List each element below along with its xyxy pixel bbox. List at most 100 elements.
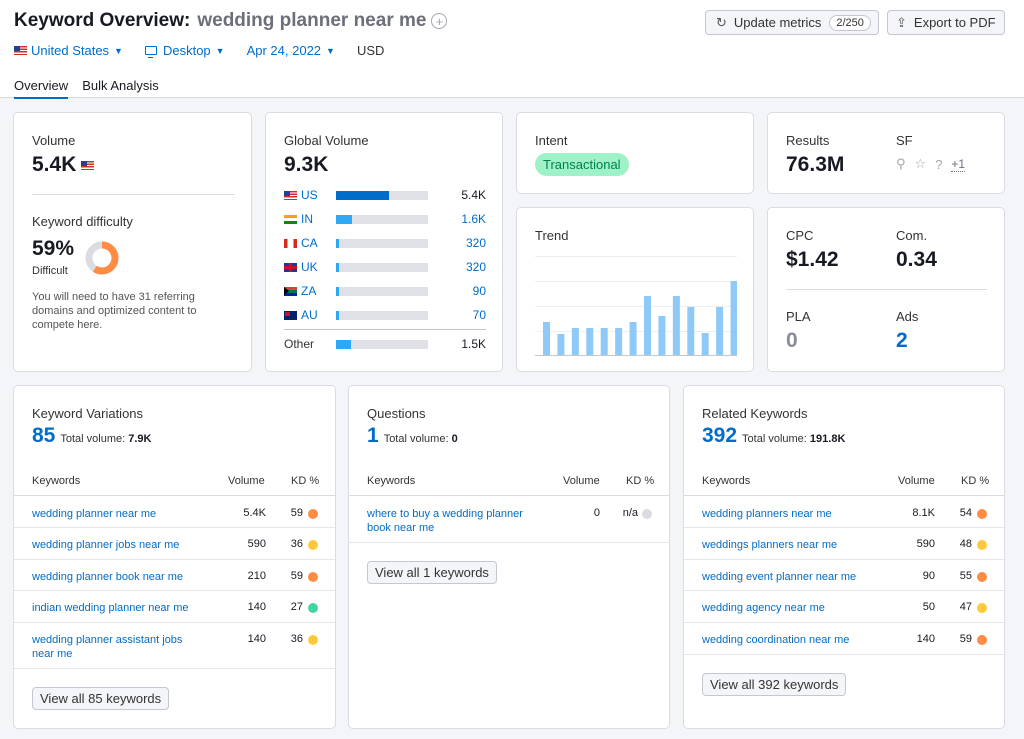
- keyword-kd: 59: [290, 507, 303, 519]
- country-row[interactable]: IN 1.6K: [284, 211, 486, 227]
- volume-value-row: 5.4K: [32, 153, 98, 177]
- country-row[interactable]: CA 320: [284, 235, 486, 251]
- column-volume: Volume: [228, 475, 265, 487]
- refresh-icon: ↻: [716, 14, 727, 30]
- kd-label: Keyword difficulty: [32, 214, 133, 229]
- column-kd: KD %: [291, 475, 320, 487]
- country-share-bar: [336, 310, 428, 320]
- kd-level: Difficult: [32, 265, 68, 277]
- country-row[interactable]: UK 320: [284, 259, 486, 275]
- country-volume[interactable]: 70: [428, 308, 486, 322]
- update-metrics-button[interactable]: ↻ Update metrics 2/250: [705, 10, 879, 35]
- country-volume: 1.5K: [461, 337, 486, 351]
- keyword-link[interactable]: wedding planner assistant jobs near me: [32, 633, 202, 661]
- view-all-button[interactable]: View all 392 keywords: [702, 673, 847, 696]
- country-code[interactable]: AU: [301, 308, 335, 322]
- keyword-count[interactable]: 85: [32, 424, 55, 448]
- country-share-bar: [336, 286, 428, 296]
- table-header: Keywords Volume KD %: [349, 466, 669, 496]
- ads-value[interactable]: 2: [896, 329, 908, 353]
- country-share-bar: [336, 262, 428, 272]
- keyword-link[interactable]: wedding planner book near me: [32, 570, 202, 584]
- tab-overview[interactable]: Overview: [14, 78, 69, 99]
- kd-dot-icon: [977, 603, 987, 613]
- keyword-volume: 140: [916, 633, 935, 645]
- table-row: wedding event planner near me 90 55: [684, 560, 1004, 591]
- country-volume[interactable]: 90: [428, 284, 486, 298]
- kd-dot-icon: [642, 509, 652, 519]
- keyword-link[interactable]: indian wedding planner near me: [32, 601, 202, 615]
- divider: [786, 289, 987, 290]
- us-flag-icon: [81, 160, 95, 170]
- keyword-link[interactable]: wedding planner jobs near me: [32, 538, 202, 552]
- country-share-bar: [336, 214, 428, 224]
- country-volume[interactable]: 320: [428, 236, 486, 250]
- keyword-kd: 36: [290, 633, 303, 645]
- total-volume-label: Total volume:: [742, 433, 807, 445]
- keyword-kd: 55: [959, 570, 972, 582]
- kd-dot-icon: [977, 635, 987, 645]
- trend-bar: [571, 328, 579, 356]
- results-value: 76.3M: [786, 153, 845, 176]
- country-code[interactable]: IN: [301, 212, 335, 226]
- date-select[interactable]: Apr 24, 2022 ▼: [247, 43, 335, 58]
- keyword-link[interactable]: wedding agency near me: [702, 601, 872, 615]
- keyword-volume: 140: [247, 601, 266, 613]
- column-volume: Volume: [898, 475, 935, 487]
- trend-bar: [586, 328, 594, 356]
- country-row[interactable]: ZA 90: [284, 283, 486, 299]
- trend-chart: [535, 256, 737, 356]
- divider: [284, 329, 486, 330]
- device-value: Desktop: [162, 43, 211, 58]
- view-all-button[interactable]: View all 1 keywords: [367, 561, 497, 584]
- results-card: Results 76.3M SF ⚲ ☆ ? +1: [767, 112, 1005, 194]
- view-all-button[interactable]: View all 85 keywords: [32, 687, 170, 710]
- keyword-count[interactable]: 392: [702, 424, 737, 448]
- australia-flag-icon: [284, 310, 297, 320]
- intent-label: Intent: [535, 133, 568, 148]
- cpc-label: CPC: [786, 228, 814, 243]
- keyword-link[interactable]: wedding planners near me: [702, 507, 872, 521]
- trend-bar: [701, 333, 709, 356]
- keyword-count[interactable]: 1: [367, 424, 379, 448]
- country-volume[interactable]: 320: [428, 260, 486, 274]
- tab-bulk-analysis[interactable]: Bulk Analysis: [82, 78, 159, 99]
- export-pdf-button[interactable]: ⇪ Export to PDF: [887, 10, 1005, 35]
- country-code[interactable]: UK: [301, 260, 335, 274]
- device-select[interactable]: Desktop ▼: [144, 43, 225, 58]
- trend-bar: [615, 328, 623, 356]
- volume-value: 5.4K: [32, 153, 77, 176]
- keyword-variations-card: Keyword Variations 85 Total volume: 7.9K…: [13, 385, 336, 729]
- sf-more-link[interactable]: +1: [951, 157, 966, 172]
- sf-label: SF: [896, 133, 913, 148]
- keyword-link[interactable]: wedding coordination near me: [702, 633, 872, 647]
- keyword-link[interactable]: weddings planners near me: [702, 538, 872, 552]
- country-volume[interactable]: 1.6K: [428, 212, 486, 226]
- keyword-link[interactable]: where to buy a wedding planner book near…: [367, 507, 537, 535]
- trend-bar: [543, 322, 550, 356]
- keyword-link[interactable]: wedding planner near me: [32, 507, 202, 521]
- trend-bar: [557, 334, 565, 356]
- country-row: US 5.4K: [284, 187, 486, 203]
- country-select[interactable]: United States ▼: [14, 43, 123, 58]
- country-share-fill: [336, 190, 390, 200]
- keyword-kd: 59: [290, 570, 303, 582]
- country-code[interactable]: CA: [301, 236, 335, 250]
- global-volume-card: Global Volume 9.3K US 5.4K IN 1.6K CA 32…: [265, 112, 503, 372]
- card-summary: 85 Total volume: 7.9K: [32, 424, 151, 448]
- trend-bar: [730, 281, 737, 356]
- add-to-list-icon[interactable]: +: [431, 13, 448, 29]
- country-code[interactable]: ZA: [301, 284, 335, 298]
- desktop-icon: [144, 46, 157, 58]
- keyword-link[interactable]: wedding event planner near me: [702, 570, 872, 584]
- title-label: Keyword Overview:: [14, 10, 191, 31]
- kd-dot-icon: [977, 540, 987, 550]
- country-row[interactable]: AU 70: [284, 307, 486, 323]
- page-header: Keyword Overview: wedding planner near m…: [0, 0, 1024, 99]
- total-volume-value: 7.9K: [128, 433, 152, 445]
- card-title: Related Keywords: [702, 406, 808, 421]
- keyword-volume: 5.4K: [243, 507, 266, 519]
- card-summary: 392 Total volume: 191.8K: [702, 424, 845, 448]
- tab-bar: Overview Bulk Analysis: [14, 78, 173, 99]
- keyword-kd: 54: [959, 507, 972, 519]
